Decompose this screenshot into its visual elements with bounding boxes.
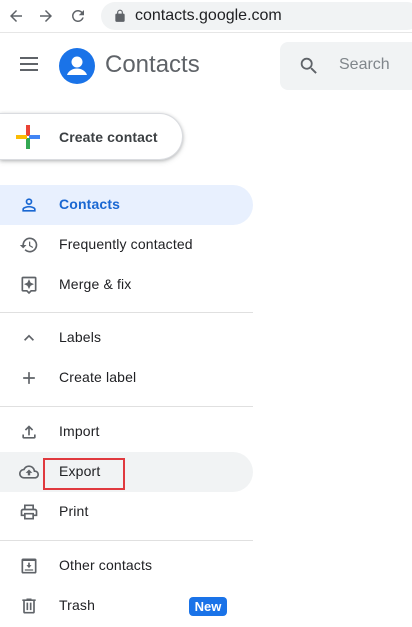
sidebar-divider xyxy=(0,312,253,313)
person-icon xyxy=(18,194,40,216)
sidebar-item-label: Labels xyxy=(59,329,102,345)
hamburger-menu-icon xyxy=(19,56,39,77)
search-input[interactable]: Search xyxy=(280,42,412,90)
reload-icon[interactable] xyxy=(66,4,90,28)
upload-icon xyxy=(18,421,40,443)
sidebar-item-other-contacts[interactable]: Other contacts xyxy=(0,546,253,586)
search-placeholder: Search xyxy=(339,56,390,73)
sidebar-item-label: Other contacts xyxy=(59,557,153,573)
plus-icon xyxy=(18,367,40,389)
url-text: contacts.google.com xyxy=(135,7,282,24)
merge-sparkle-icon xyxy=(18,274,40,296)
sidebar-item-frequently-contacted[interactable]: Frequently contacted xyxy=(0,225,253,265)
sidebar-divider xyxy=(0,406,253,407)
sidebar-item-labels[interactable]: Labels xyxy=(0,318,253,358)
sidebar-item-import[interactable]: Import xyxy=(0,412,253,452)
create-contact-label: Create contact xyxy=(59,129,158,145)
sidebar-item-print[interactable]: Print xyxy=(0,492,253,532)
sidebar-item-merge-fix[interactable]: Merge & fix xyxy=(0,265,253,305)
sidebar-item-create-label[interactable]: Create label xyxy=(0,358,253,398)
sidebar-item-label: Contacts xyxy=(59,196,121,212)
sidebar-item-export[interactable]: Export xyxy=(0,452,253,492)
export-highlight-box xyxy=(43,458,125,490)
archive-download-icon xyxy=(18,555,40,577)
sidebar-item-label: Frequently contacted xyxy=(59,236,193,252)
printer-icon xyxy=(18,501,40,523)
sidebar-item-label: Create label xyxy=(59,369,137,385)
sidebar-item-label: Trash xyxy=(59,597,96,613)
multicolor-plus-icon xyxy=(15,124,41,150)
sidebar-item-label: Merge & fix xyxy=(59,276,132,292)
arrow-back-icon[interactable] xyxy=(4,4,28,28)
sidebar-item-label: Print xyxy=(59,503,89,519)
new-badge: New xyxy=(189,597,227,616)
sidebar-item-label: Import xyxy=(59,423,100,439)
contacts-logo-icon xyxy=(59,48,95,84)
sidebar-item-contacts[interactable]: Contacts xyxy=(0,185,253,225)
chevron-up-icon xyxy=(18,327,40,349)
sidebar-divider xyxy=(0,540,253,541)
cloud-upload-icon xyxy=(18,461,40,483)
create-contact-button[interactable]: Create contact xyxy=(0,113,183,160)
history-icon xyxy=(18,234,40,256)
browser-toolbar: contacts.google.com xyxy=(0,0,412,33)
address-bar[interactable]: contacts.google.com xyxy=(101,2,412,30)
app-title: Contacts xyxy=(105,51,200,78)
arrow-forward-icon[interactable] xyxy=(34,4,58,28)
search-icon xyxy=(298,55,320,77)
lock-icon xyxy=(113,9,127,23)
trash-icon xyxy=(18,595,40,617)
main-menu-button[interactable] xyxy=(15,52,43,80)
